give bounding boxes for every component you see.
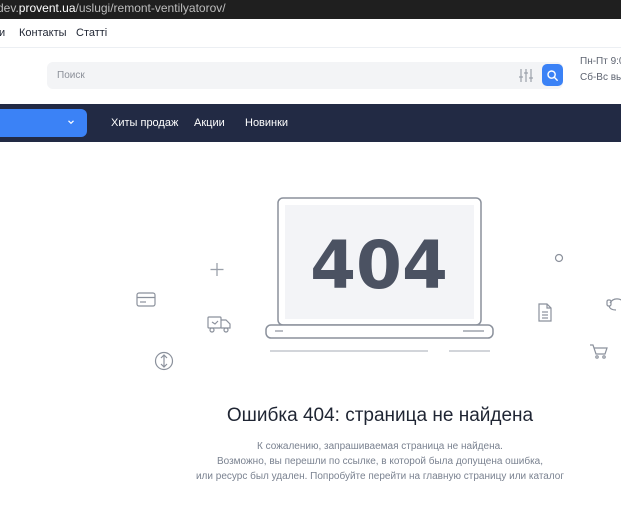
credit-card-icon — [136, 292, 156, 307]
document-icon — [538, 303, 552, 322]
error-description-line-2: Возможно, вы перешли по ссылке, в которо… — [216, 456, 544, 467]
headset-icon — [606, 298, 621, 311]
error-description-line-3: или ресурс был удален. Попробуйте перейт… — [195, 471, 565, 482]
error-title: Ошибка 404: страница не найдена — [226, 405, 534, 426]
error-illustration: 404 — [136, 197, 621, 371]
coin-icon — [154, 351, 174, 371]
error-code: 404 — [310, 227, 448, 304]
cart-icon — [590, 344, 608, 359]
plus-icon — [210, 263, 224, 276]
error-description: К сожалению, запрашиваемая страница не н… — [0, 439, 621, 484]
dot-icon — [554, 253, 564, 263]
error-description-line-1: К сожалению, запрашиваемая страница не н… — [257, 441, 503, 452]
truck-icon — [207, 316, 231, 333]
